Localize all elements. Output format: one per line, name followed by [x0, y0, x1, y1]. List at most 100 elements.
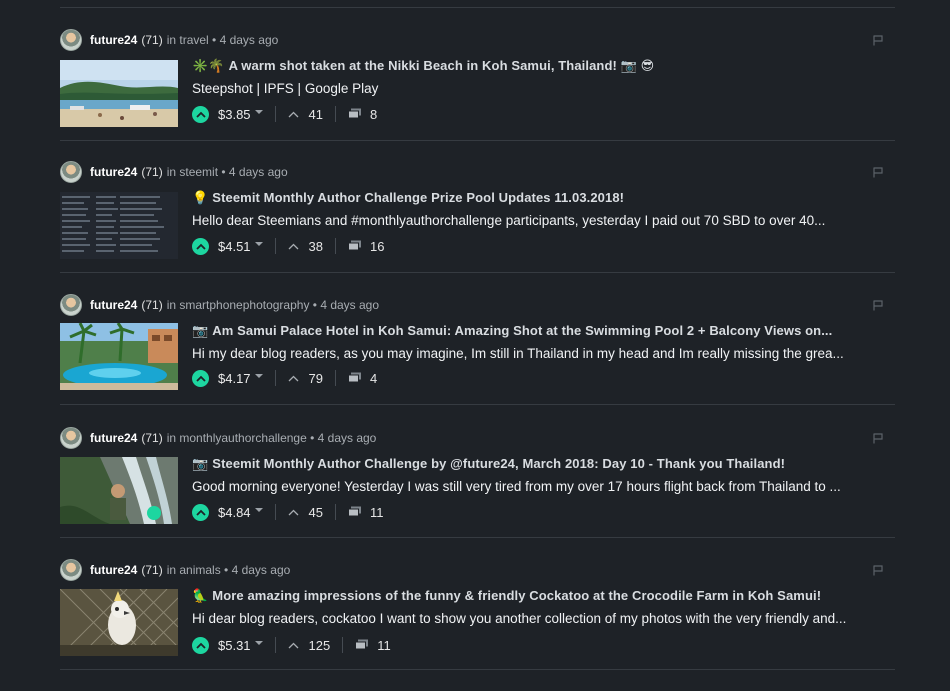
- payout-caret-icon[interactable]: [254, 641, 263, 645]
- flag-icon[interactable]: [873, 433, 883, 444]
- comment-count[interactable]: 16: [370, 239, 384, 254]
- votes-chevron-icon[interactable]: [288, 509, 299, 516]
- upvote-icon[interactable]: [192, 369, 209, 387]
- post-thumbnail[interactable]: [60, 589, 178, 656]
- footer-separator: [342, 637, 344, 653]
- payout-value[interactable]: $4.51: [218, 239, 251, 254]
- post-excerpt[interactable]: Good morning everyone! Yesterday I was s…: [192, 479, 895, 494]
- author-reputation: (71): [141, 563, 163, 577]
- avatar[interactable]: [60, 29, 82, 51]
- comment-count[interactable]: 8: [370, 107, 377, 122]
- post-footer: $5.31 125 11: [192, 633, 391, 657]
- post-excerpt[interactable]: Hi dear blog readers, cockatoo I want to…: [192, 611, 895, 626]
- footer-separator: [274, 504, 276, 520]
- flag-icon[interactable]: [873, 35, 883, 46]
- post-header: future24 (71) in monthlyauthorchallenge …: [60, 426, 895, 450]
- title-emoji: 📷: [192, 323, 209, 338]
- comments-icon[interactable]: [348, 108, 362, 120]
- post-meta[interactable]: in animals • 4 days ago: [167, 563, 291, 577]
- votes-chevron-icon[interactable]: [288, 642, 299, 649]
- post-title-text[interactable]: Am Samui Palace Hotel in Koh Samui: Amaz…: [212, 323, 832, 338]
- comments-icon[interactable]: [348, 506, 362, 518]
- author-link[interactable]: future24: [90, 33, 137, 47]
- payout-caret-icon[interactable]: [254, 242, 263, 246]
- post-title[interactable]: 🦜 More amazing impressions of the funny &…: [192, 588, 895, 604]
- author-reputation: (71): [141, 33, 163, 47]
- post-excerpt[interactable]: Steepshot | IPFS | Google Play: [192, 81, 895, 96]
- post-thumbnail[interactable]: [60, 192, 178, 259]
- payout-caret-icon[interactable]: [254, 508, 263, 512]
- payout-value[interactable]: $5.31: [218, 638, 251, 653]
- post-title[interactable]: 📷 Steemit Monthly Author Challenge by @fu…: [192, 456, 895, 472]
- author-reputation: (71): [141, 431, 163, 445]
- feed-divider: [60, 404, 895, 405]
- payout-value[interactable]: $4.17: [218, 371, 251, 386]
- post-title-text[interactable]: More amazing impressions of the funny & …: [212, 588, 821, 603]
- upvote-icon[interactable]: [192, 636, 209, 654]
- post-excerpt[interactable]: Hello dear Steemians and #monthlyauthorc…: [192, 213, 895, 228]
- feed-post: future24 (71) in monthlyauthorchallenge …: [60, 426, 895, 559]
- comment-count[interactable]: 4: [370, 371, 377, 386]
- footer-separator: [335, 504, 337, 520]
- payout-caret-icon[interactable]: [254, 110, 263, 114]
- votes-chevron-icon[interactable]: [288, 375, 299, 382]
- title-emoji: 📷: [192, 456, 209, 471]
- post-header: future24 (71) in animals • 4 days ago: [60, 558, 895, 582]
- footer-separator: [274, 106, 276, 122]
- upvote-icon[interactable]: [192, 237, 209, 255]
- flag-icon[interactable]: [873, 167, 883, 178]
- post-title[interactable]: ✳️🌴 A warm shot taken at the Nikki Beach …: [192, 58, 895, 74]
- author-link[interactable]: future24: [90, 298, 137, 312]
- footer-separator: [335, 106, 337, 122]
- avatar[interactable]: [60, 161, 82, 183]
- post-meta[interactable]: in steemit • 4 days ago: [167, 165, 288, 179]
- post-meta[interactable]: in travel • 4 days ago: [167, 33, 279, 47]
- avatar[interactable]: [60, 294, 82, 316]
- title-emoji: 💡: [192, 190, 209, 205]
- post-header: future24 (71) in smartphonephotography •…: [60, 293, 895, 317]
- upvote-icon[interactable]: [192, 105, 209, 123]
- feed-post: future24 (71) in steemit • 4 days ago 💡 …: [60, 160, 895, 293]
- author-link[interactable]: future24: [90, 165, 137, 179]
- author-link[interactable]: future24: [90, 431, 137, 445]
- comments-icon[interactable]: [355, 639, 369, 651]
- post-title-text[interactable]: A warm shot taken at the Nikki Beach in …: [229, 58, 655, 73]
- post-title[interactable]: 📷 Am Samui Palace Hotel in Koh Samui: Ama…: [192, 323, 895, 339]
- vote-count[interactable]: 45: [309, 505, 323, 520]
- votes-chevron-icon[interactable]: [288, 111, 299, 118]
- post-thumbnail[interactable]: [60, 323, 178, 390]
- post-thumbnail[interactable]: [60, 60, 178, 127]
- avatar[interactable]: [60, 427, 82, 449]
- post-meta[interactable]: in monthlyauthorchallenge • 4 days ago: [167, 431, 377, 445]
- vote-count[interactable]: 125: [309, 638, 331, 653]
- post-meta[interactable]: in smartphonephotography • 4 days ago: [167, 298, 379, 312]
- post-header: future24 (71) in travel • 4 days ago: [60, 28, 895, 52]
- feed-post: future24 (71) in smartphonephotography •…: [60, 293, 895, 426]
- avatar[interactable]: [60, 559, 82, 581]
- payout-value[interactable]: $4.84: [218, 505, 251, 520]
- comment-count[interactable]: 11: [377, 638, 391, 653]
- votes-chevron-icon[interactable]: [288, 243, 299, 250]
- feed-divider: [60, 272, 895, 273]
- post-title-text[interactable]: Steemit Monthly Author Challenge by @fut…: [212, 456, 785, 471]
- comments-icon[interactable]: [348, 240, 362, 252]
- feed-divider: [60, 669, 895, 670]
- vote-count[interactable]: 38: [309, 239, 323, 254]
- post-feed: future24 (71) in travel • 4 days ago ✳️🌴…: [60, 0, 895, 682]
- flag-icon[interactable]: [873, 300, 883, 311]
- post-thumbnail[interactable]: [60, 457, 178, 524]
- post-title[interactable]: 💡 Steemit Monthly Author Challenge Prize …: [192, 190, 895, 206]
- post-excerpt[interactable]: Hi my dear blog readers, as you may imag…: [192, 346, 895, 361]
- vote-count[interactable]: 79: [309, 371, 323, 386]
- payout-caret-icon[interactable]: [254, 374, 263, 378]
- flag-icon[interactable]: [873, 565, 883, 576]
- comment-count[interactable]: 11: [370, 505, 384, 520]
- upvote-icon[interactable]: [192, 503, 209, 521]
- post-title-text[interactable]: Steemit Monthly Author Challenge Prize P…: [212, 190, 624, 205]
- vote-count[interactable]: 41: [309, 107, 323, 122]
- comments-icon[interactable]: [348, 372, 362, 384]
- author-link[interactable]: future24: [90, 563, 137, 577]
- post-footer: $4.17 79 4: [192, 366, 377, 390]
- payout-value[interactable]: $3.85: [218, 107, 251, 122]
- feed-post: future24 (71) in travel • 4 days ago ✳️🌴…: [60, 28, 895, 161]
